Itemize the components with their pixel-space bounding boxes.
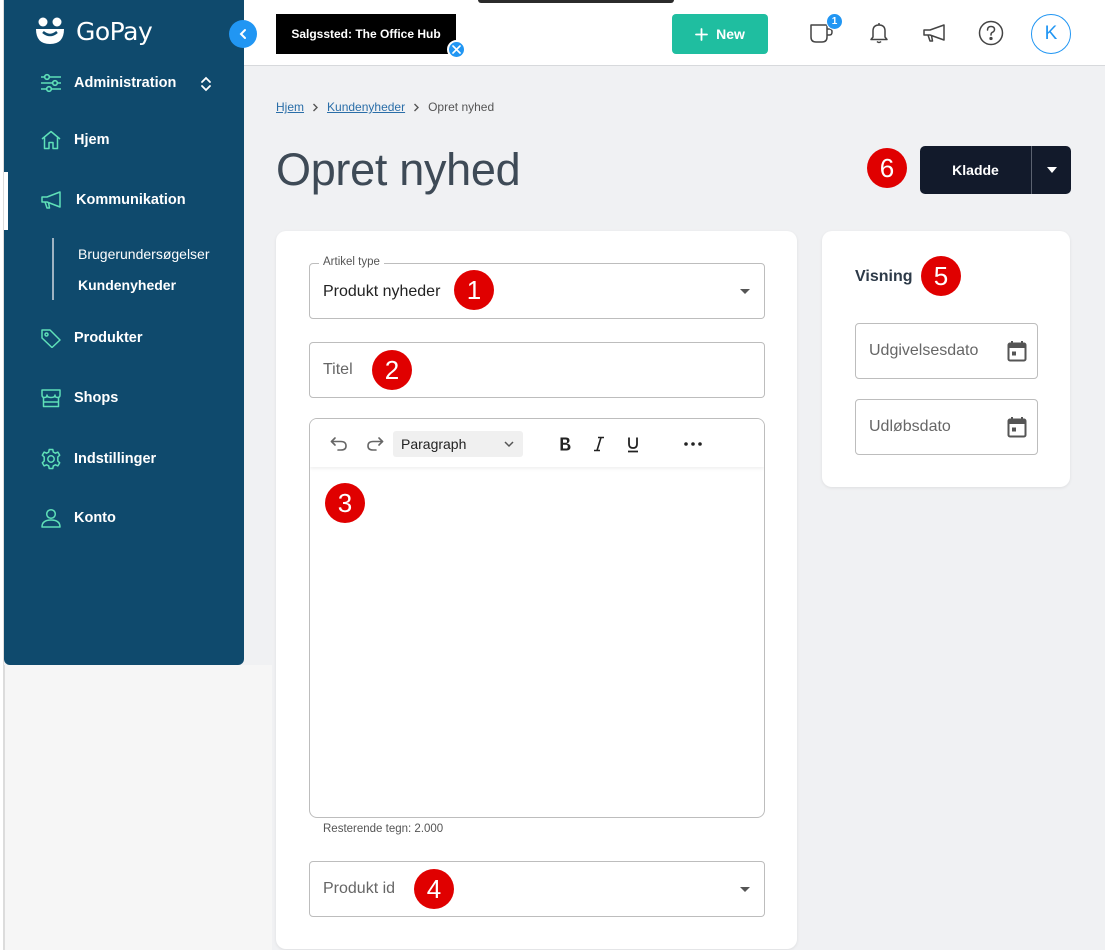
bell-icon (870, 23, 888, 44)
product-id-placeholder: Produkt id (323, 880, 396, 897)
marker-3: 3 (325, 483, 365, 523)
italic-icon (594, 436, 604, 452)
redo-icon (367, 437, 384, 451)
rich-text-editor: Paragraph (309, 418, 765, 818)
breadcrumb-link-hjem[interactable]: Hjem (276, 100, 304, 114)
sliders-icon (41, 73, 61, 93)
window-notch (478, 0, 674, 3)
new-button[interactable]: New (672, 14, 768, 54)
gopay-logo: GoPay (34, 16, 153, 46)
store-icon (41, 389, 61, 408)
chevron-right-icon (313, 103, 319, 111)
sidebar-subitem-kundenyheder[interactable]: Kundenyheder (78, 277, 176, 293)
sidebar-subitem-brugerundersogelser[interactable]: Brugerundersøgelser (78, 246, 210, 262)
visning-heading: Visning (855, 268, 913, 285)
sidebar-item-label: Shops (74, 390, 119, 406)
sidebar-item-indstillinger[interactable]: Indstillinger (40, 448, 156, 470)
redo-button[interactable] (362, 431, 388, 457)
store-chip[interactable]: Salgssted: The Office Hub (276, 14, 456, 54)
breadcrumb-current: Opret nyhed (428, 100, 495, 114)
undo-button[interactable] (326, 431, 352, 457)
marker-4: 4 (414, 869, 454, 909)
calendar-icon[interactable] (1007, 340, 1027, 362)
gear-icon (41, 448, 61, 470)
italic-button[interactable] (586, 431, 612, 457)
help-icon (978, 20, 1004, 46)
sidebar-item-label: Kommunikation (76, 192, 186, 208)
status-dropdown-button[interactable] (1031, 146, 1071, 194)
notification-count-badge: 1 (826, 13, 843, 30)
collapse-sidebar-button[interactable] (229, 20, 257, 48)
store-chip-close-button[interactable] (447, 40, 466, 59)
marker-5: 5 (921, 256, 961, 296)
submenu-line (52, 238, 54, 300)
article-type-label: Artikel type (319, 256, 384, 268)
title-placeholder: Titel (323, 361, 353, 378)
new-button-label: New (716, 26, 745, 42)
expiry-date-placeholder: Udløbsdato (869, 418, 951, 435)
caret-down-icon (740, 289, 750, 294)
notifications-button[interactable] (864, 18, 894, 48)
gopay-logo-icon (36, 17, 64, 44)
expiry-date-input[interactable]: Udløbsdato (855, 399, 1038, 455)
editor-content-area[interactable] (310, 467, 764, 817)
sidebar-item-shops[interactable]: Shops (40, 388, 118, 408)
active-nav-indicator (4, 172, 8, 230)
paragraph-style-select[interactable]: Paragraph (393, 431, 523, 457)
chevron-down-icon (504, 441, 514, 448)
tag-icon (41, 329, 61, 348)
logo-text: GoPay (76, 16, 153, 46)
chevron-updown-icon[interactable] (199, 75, 213, 93)
paragraph-style-value: Paragraph (401, 436, 467, 452)
chevron-left-icon (239, 29, 246, 39)
help-button[interactable] (976, 18, 1006, 48)
publish-date-placeholder: Udgivelsesdato (869, 342, 979, 359)
sidebar-section-label: Administration (74, 75, 177, 91)
breadcrumb-link-kundenyheder[interactable]: Kundenyheder (327, 100, 405, 114)
page-title: Opret nyhed (276, 144, 521, 195)
sidebar-item-konto[interactable]: Konto (40, 508, 116, 528)
publish-date-input[interactable]: Udgivelsesdato (855, 323, 1038, 379)
marker-2: 2 (372, 350, 412, 390)
sidebar-item-hjem[interactable]: Hjem (40, 130, 109, 150)
editor-toolbar: Paragraph (310, 419, 764, 467)
plus-icon (695, 27, 708, 41)
megaphone-icon (41, 191, 61, 209)
undo-icon (330, 437, 347, 451)
draft-button[interactable]: Kladde (920, 146, 1031, 194)
sidebar-item-label: Indstillinger (74, 451, 157, 467)
announcements-button[interactable] (920, 18, 950, 48)
sidebar-footer-area (4, 665, 272, 950)
home-icon (41, 130, 61, 150)
sidebar-section-administration[interactable]: Administration (40, 73, 176, 93)
underline-button[interactable] (620, 431, 646, 457)
chevron-right-icon (414, 103, 420, 111)
sidebar-item-label: Hjem (74, 132, 110, 148)
more-horizontal-icon (684, 442, 702, 446)
more-options-button[interactable] (680, 431, 706, 457)
store-chip-label: Salgssted: The Office Hub (291, 27, 441, 41)
user-icon (41, 508, 61, 528)
calendar-icon[interactable] (1007, 416, 1027, 438)
caret-down-icon (1046, 167, 1057, 173)
caret-down-icon (740, 887, 750, 892)
article-type-value: Produkt nyheder (323, 283, 441, 300)
product-id-select[interactable]: Produkt id (309, 861, 765, 917)
underline-icon (628, 437, 638, 452)
megaphone-icon (923, 24, 945, 42)
close-icon (452, 45, 461, 54)
breadcrumb: Hjem Kundenyheder Opret nyhed (276, 100, 494, 114)
sidebar-item-kommunikation[interactable]: Kommunikation (40, 190, 186, 210)
sidebar-item-produkter[interactable]: Produkter (40, 328, 143, 348)
marker-6: 6 (867, 148, 907, 188)
article-type-select[interactable]: Artikel type Produkt nyheder (309, 256, 765, 319)
sidebar-item-label: Konto (74, 510, 116, 526)
bold-button[interactable] (552, 431, 578, 457)
sidebar-item-label: Produkter (74, 330, 143, 346)
remaining-characters: Resterende tegn: 2.000 (323, 823, 444, 835)
marker-1: 1 (454, 270, 494, 310)
bold-icon (560, 437, 571, 451)
avatar[interactable]: K (1031, 14, 1071, 54)
